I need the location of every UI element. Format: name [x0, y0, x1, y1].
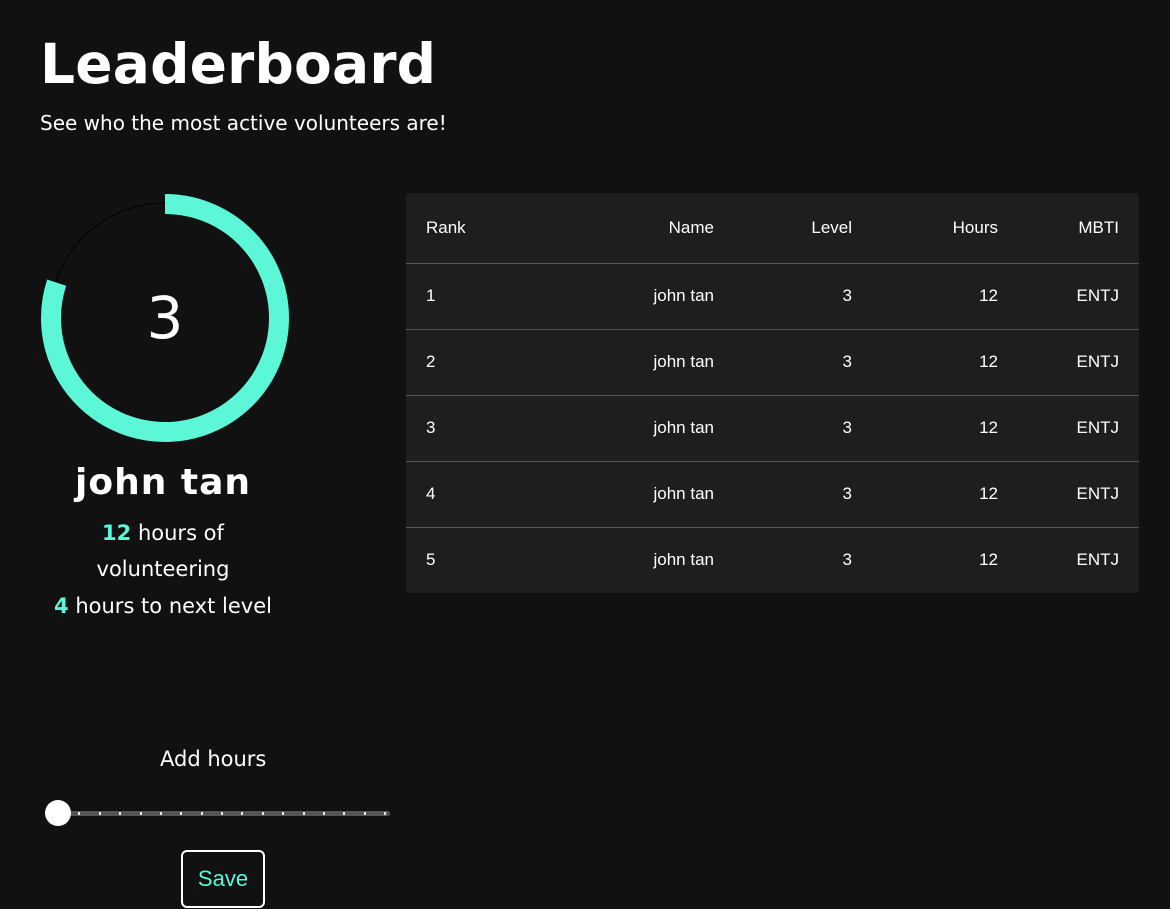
slider-thumb[interactable] — [45, 800, 71, 826]
slider-tick — [282, 812, 285, 815]
column-header-name[interactable]: Name — [516, 193, 714, 263]
cell-level: 3 — [842, 418, 852, 437]
cell-name: john tan — [653, 550, 715, 569]
slider-tick — [180, 812, 183, 815]
table-row: 4 john tan 3 12 ENTJ — [406, 461, 1139, 527]
slider-tick — [322, 812, 325, 815]
table-header-row: Rank Name Level Hours MBTI — [406, 193, 1139, 263]
cell-rank: 4 — [426, 484, 436, 503]
slider-tick — [159, 812, 162, 815]
slider-tick — [200, 812, 203, 815]
slider-tick — [221, 812, 223, 815]
cell-mbti: ENTJ — [1076, 352, 1120, 371]
cell-rank: 3 — [426, 418, 436, 437]
volunteer-hours-stat: 12 hours of volunteering — [40, 515, 286, 587]
slider-tick — [78, 812, 81, 815]
slider-tick — [98, 812, 101, 815]
table-row: 1 john tan 3 12 ENTJ — [406, 263, 1139, 329]
cell-level: 3 — [842, 352, 852, 371]
cell-mbti: ENTJ — [1076, 286, 1120, 305]
leaderboard-table: Rank Name Level Hours MBTI 1 john tan 3 … — [406, 193, 1139, 593]
slider-tick — [363, 812, 366, 815]
cell-rank: 1 — [426, 286, 436, 305]
cell-hours: 12 — [979, 418, 998, 437]
add-hours-label: Add hours — [160, 747, 267, 771]
cell-mbti: ENTJ — [1076, 418, 1120, 437]
cell-hours: 12 — [979, 484, 998, 503]
save-button[interactable]: Save — [181, 850, 265, 908]
cell-level: 3 — [842, 286, 852, 305]
cell-mbti: ENTJ — [1076, 550, 1120, 569]
table-row: 2 john tan 3 12 ENTJ — [406, 329, 1139, 395]
slider-tick — [119, 812, 122, 815]
cell-hours: 12 — [979, 286, 998, 305]
leaderboard-page: Leaderboard See who the most active volu… — [0, 0, 1170, 909]
table-row: 5 john tan 3 12 ENTJ — [406, 527, 1139, 593]
column-header-level[interactable]: Level — [714, 193, 852, 263]
next-level-stat: 4 hours to next level — [40, 588, 286, 624]
slider-tick — [343, 812, 346, 815]
slider-track[interactable] — [58, 811, 390, 816]
cell-hours: 12 — [979, 352, 998, 371]
slider-tick — [384, 812, 386, 815]
add-hours-slider[interactable] — [44, 799, 392, 827]
slider-tick — [261, 812, 264, 815]
cell-name: john tan — [653, 286, 715, 305]
cell-level: 3 — [842, 550, 852, 569]
cell-name: john tan — [653, 418, 715, 437]
cell-rank: 2 — [426, 352, 436, 371]
table-row: 3 john tan 3 12 ENTJ — [406, 395, 1139, 461]
column-header-rank[interactable]: Rank — [406, 193, 516, 263]
slider-tick — [139, 812, 142, 815]
next-level-text: hours to next level — [75, 594, 272, 618]
cell-rank: 5 — [426, 550, 436, 569]
cell-name: john tan — [653, 484, 715, 503]
hours-value: 12 — [102, 521, 132, 545]
column-header-hours[interactable]: Hours — [852, 193, 998, 263]
current-level-number: 3 — [146, 284, 184, 352]
column-header-mbti[interactable]: MBTI — [998, 193, 1139, 263]
cell-hours: 12 — [979, 550, 998, 569]
page-title: Leaderboard — [40, 32, 437, 96]
volunteer-name: john tan — [75, 462, 251, 503]
page-subtitle: See who the most active volunteers are! — [40, 111, 447, 135]
slider-tick — [302, 812, 305, 815]
cell-level: 3 — [842, 484, 852, 503]
next-level-value: 4 — [54, 594, 69, 618]
cell-mbti: ENTJ — [1076, 484, 1120, 503]
cell-name: john tan — [653, 352, 715, 371]
slider-tick — [241, 812, 244, 815]
